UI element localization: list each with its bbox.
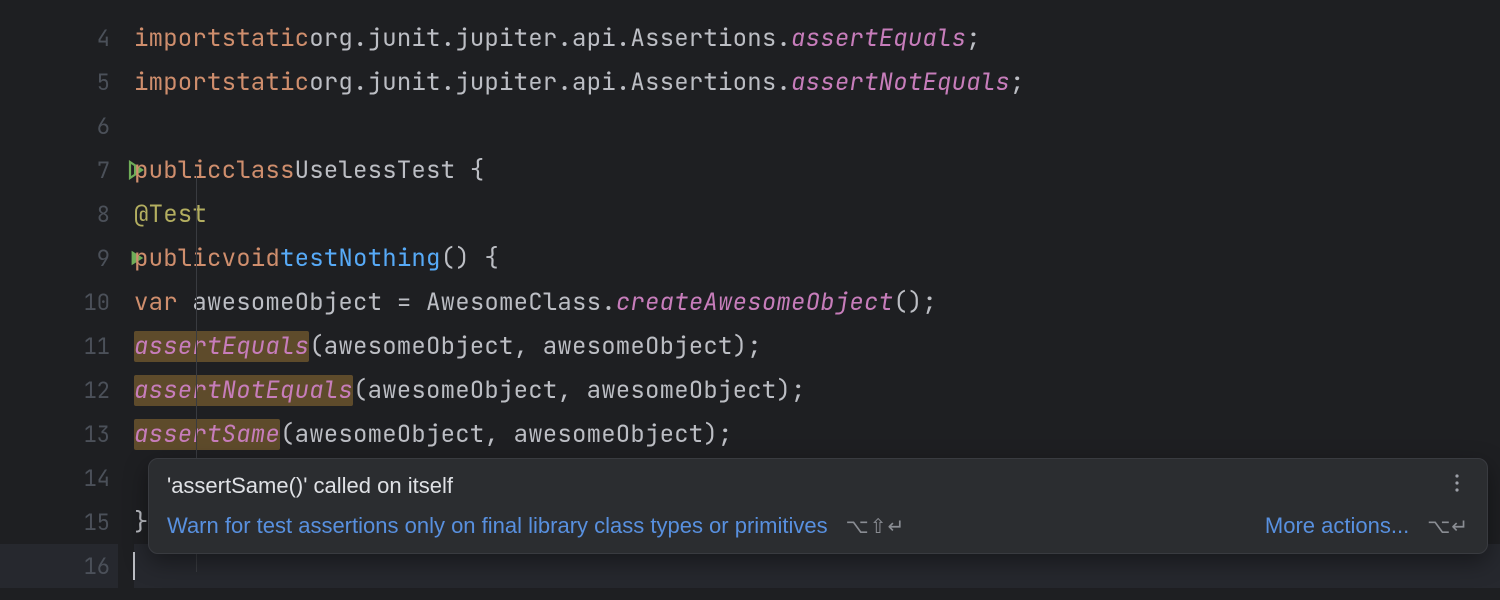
line-number: 13 (70, 420, 110, 449)
text-cursor (133, 552, 135, 580)
shortcut-label: ⌥↵ (1427, 514, 1469, 539)
line-number: 11 (70, 332, 110, 361)
code-line-10[interactable]: var awesomeObject = AwesomeClass.createA… (134, 280, 1500, 324)
code-line-12[interactable]: assertNotEquals(awesomeObject, awesomeOb… (134, 368, 1500, 412)
code-editor[interactable]: 4 5 6 7 8 9 10 11 12 13 14 15 16 import … (0, 0, 1500, 600)
line-number: 5 (70, 68, 110, 97)
tooltip-title: 'assertSame()' called on itself (167, 473, 453, 499)
line-number: 10 (70, 288, 110, 317)
warning-span: assertNotEquals (134, 375, 353, 406)
line-number: 9 (70, 244, 110, 273)
gutter: 4 5 6 7 8 9 10 11 12 13 14 15 16 (0, 0, 118, 600)
code-line-4[interactable]: import static org.junit.jupiter.api.Asse… (134, 16, 1500, 60)
code-line-9[interactable]: public void testNothing() { (134, 236, 1500, 280)
line-number: 4 (70, 24, 110, 53)
more-actions-link[interactable]: More actions... (1265, 513, 1409, 539)
line-number: 14 (70, 464, 110, 493)
code-line-6[interactable] (134, 104, 1500, 148)
quickfix-link[interactable]: Warn for test assertions only on final l… (167, 513, 828, 539)
kebab-menu-icon[interactable] (1445, 469, 1469, 503)
warning-span: assertSame (134, 419, 280, 450)
warning-span: assertEquals (134, 331, 309, 362)
code-line-5[interactable]: import static org.junit.jupiter.api.Asse… (134, 60, 1500, 104)
code-line-11[interactable]: assertEquals(awesomeObject, awesomeObjec… (134, 324, 1500, 368)
inspection-tooltip: 'assertSame()' called on itself Warn for… (148, 458, 1488, 554)
line-number: 6 (70, 112, 110, 141)
code-line-8[interactable]: @Test (134, 192, 1500, 236)
line-number: 16 (70, 552, 110, 581)
line-number: 12 (70, 376, 110, 405)
line-number: 7 (70, 156, 110, 185)
shortcut-label: ⌥⇧↵ (846, 514, 906, 539)
line-number: 15 (70, 508, 110, 537)
code-line-7[interactable]: public class UselessTest { (134, 148, 1500, 192)
line-number: 8 (70, 200, 110, 229)
code-line-13[interactable]: assertSame(awesomeObject, awesomeObject)… (134, 412, 1500, 456)
